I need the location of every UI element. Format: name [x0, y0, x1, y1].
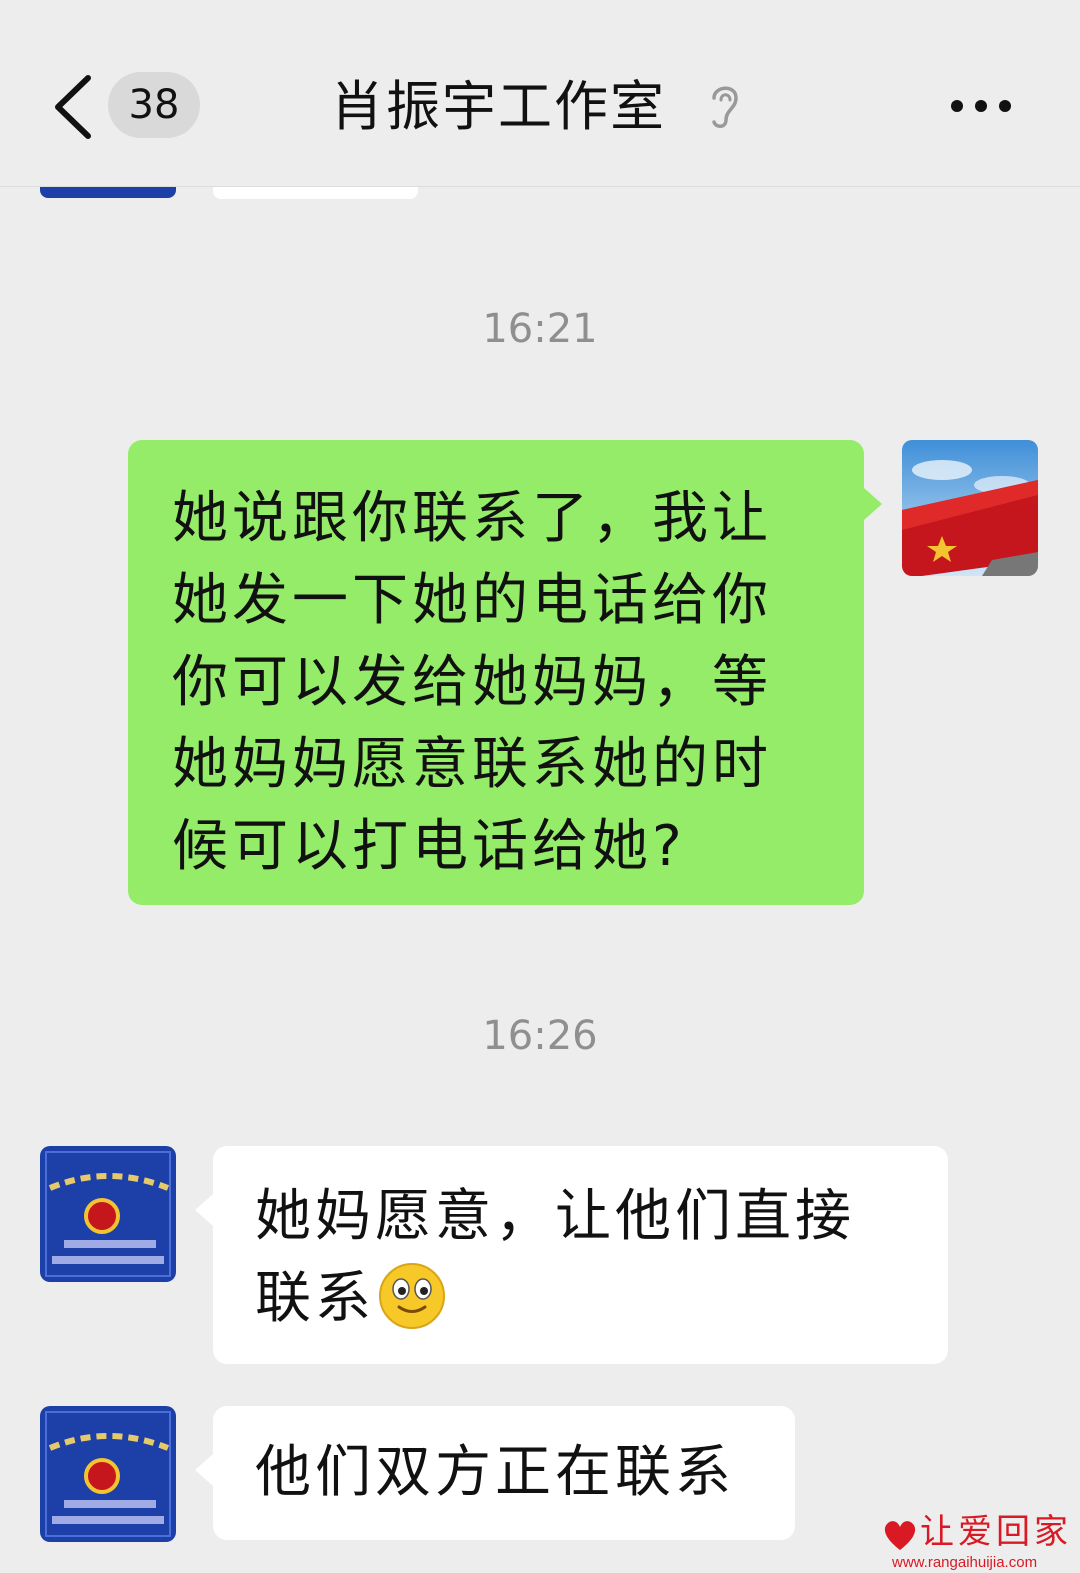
- outgoing-message-bubble[interactable]: 她说跟你联系了，我让 她发一下她的电话给你 你可以发给她妈妈，等 她妈妈愿意联系…: [128, 440, 882, 905]
- police-badge-avatar-image: [40, 1146, 176, 1282]
- timestamp: 16:21: [482, 306, 598, 352]
- message-line: 她说跟你联系了，我让: [172, 486, 772, 551]
- smile-emoji-icon: [379, 1263, 445, 1329]
- chat-title: 肖振宇工作室: [330, 75, 666, 138]
- previous-avatar-partial: [40, 186, 176, 198]
- message-line: 她妈愿意，让他们直接: [255, 1184, 855, 1249]
- studio-avatar[interactable]: [40, 1146, 176, 1282]
- chat-header: 38 肖振宇工作室: [0, 0, 1080, 187]
- previous-bubble-partial: [213, 186, 418, 199]
- watermark-url: www.rangaihuijia.com: [892, 1554, 1038, 1571]
- message-line: 她发一下她的电话给你: [172, 568, 772, 633]
- timestamp: 16:26: [482, 1013, 598, 1059]
- message-line: 候可以打电话给她?: [172, 814, 686, 879]
- message-line: 你可以发给她妈妈，等: [172, 650, 772, 715]
- more-horizontal-icon[interactable]: [948, 92, 1014, 120]
- message-line: 她妈妈愿意联系她的时: [172, 732, 772, 797]
- ear-icon: [712, 86, 738, 128]
- self-avatar[interactable]: [902, 440, 1038, 576]
- message-line: 联系: [255, 1266, 375, 1331]
- studio-avatar[interactable]: [40, 1406, 176, 1542]
- watermark-text: 让爱回家: [920, 1512, 1072, 1552]
- incoming-message-bubble[interactable]: 他们双方正在联系: [195, 1406, 795, 1540]
- unread-count-badge[interactable]: 38: [108, 72, 200, 138]
- chevron-left-icon[interactable]: [50, 74, 96, 140]
- message-line: 他们双方正在联系: [255, 1440, 735, 1505]
- police-badge-avatar-image: [40, 1406, 176, 1542]
- message-line-with-emoji: 联系: [255, 1258, 918, 1340]
- incoming-message-bubble[interactable]: 她妈愿意，让他们直接 联系: [195, 1146, 948, 1364]
- site-watermark: 让爱回家 www.rangaihuijia.com: [878, 1510, 1078, 1573]
- red-flag-avatar-image: [902, 440, 1038, 576]
- heart-hands-icon: [884, 1521, 916, 1550]
